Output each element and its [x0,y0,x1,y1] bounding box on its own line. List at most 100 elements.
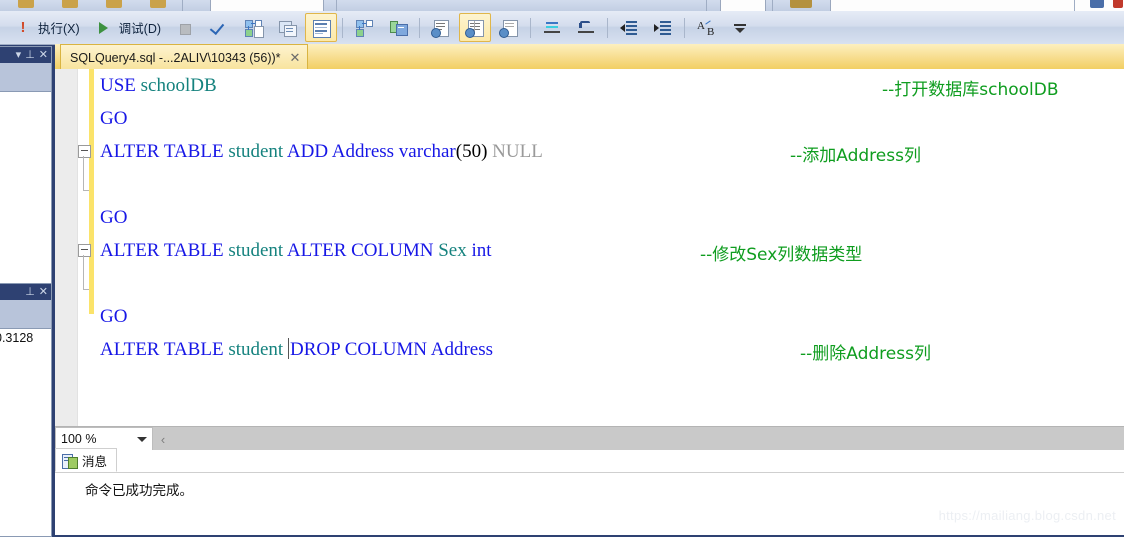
code-token: DROP COLUMN Address [289,339,494,360]
toolbar-overflow-glyph-3 [106,0,122,8]
toolbar-divider-2 [336,0,337,11]
execute-button[interactable]: ! 执行(X) [7,13,86,42]
code-token: schoolDB [140,75,217,96]
code-token: NULL [487,141,543,162]
code-line[interactable]: ALTER TABLE student ADD Address varchar(… [78,135,1124,191]
left-panel-upper-header: ▾ ⊥ ✕ [0,47,51,63]
uncomment-lines-button[interactable] [570,13,602,42]
query-options-button[interactable] [271,13,303,42]
panel-pin-icon-2[interactable]: ⊥ [25,286,35,298]
tab-messages-label: 消息 [82,454,108,469]
left-panel-upper-body[interactable] [0,92,51,294]
unsaved-changes-bar [89,69,94,314]
code-token: GO [100,306,128,327]
code-token: ALTER TABLE [100,141,229,162]
document-tab-title: SQLQuery4.sql -...2ALIV\10343 (56))* [70,50,281,65]
fold-guide-foot [83,289,89,290]
document-tab-strip: SQLQuery4.sql -...2ALIV\10343 (56))* ✕ [55,44,1124,70]
code-token: ALTER TABLE [100,240,229,261]
messages-icon [62,453,78,469]
estimated-plan-icon [243,19,265,38]
green-play-icon [94,19,114,37]
query-editor-window: SQLQuery4.sql -...2ALIV\10343 (56))* ✕ U… [55,44,1124,535]
panel-dropdown-icon[interactable]: ▾ [16,49,22,61]
fold-collapse-icon[interactable] [78,145,91,158]
results-message: 命令已成功完成。 [85,483,193,499]
code-line[interactable]: ALTER TABLE student DROP COLUMN Address -… [100,333,1124,366]
query-options-icon [277,19,298,37]
code-token: 50 [462,141,482,162]
decrease-indent-icon [619,19,639,37]
toolbar-glyph-6 [1090,0,1104,8]
debug-button[interactable]: 调试(D) [88,13,167,42]
results-to-grid-button-2[interactable] [459,13,492,42]
code-line[interactable] [100,267,1124,300]
watermark: https://mailiang.blog.csdn.net [938,508,1116,523]
code-token: student [228,339,284,360]
code-line[interactable]: GO [100,102,1124,135]
document-tab[interactable]: SQLQuery4.sql -...2ALIV\10343 (56))* ✕ [60,44,309,70]
stop-icon [175,19,195,37]
fold-guide-line [83,255,84,289]
decrease-indent-button[interactable] [613,13,645,42]
increase-indent-button[interactable] [647,13,679,42]
left-panel-lower-body[interactable]: 0.3128 [0,329,51,535]
fold-guide-line [83,156,84,190]
editor-gutter[interactable] [55,69,78,426]
results-to-file-button[interactable] [493,13,525,42]
code-line[interactable]: ALTER TABLE student ALTER COLUMN Sex int… [78,234,1124,290]
code-line[interactable]: GO [100,300,1124,333]
tab-messages[interactable]: 消息 [55,448,118,472]
panel-value: 0.3128 [0,331,34,345]
results-to-grid-icon-2 [465,19,485,38]
results-to-text-button[interactable] [425,13,457,42]
results-to-file-icon [499,19,519,38]
specify-values-button[interactable]: A B [690,13,722,42]
code-editor[interactable]: USE schoolDB --打开数据库schoolDB GO ALTER TABLE… [55,69,1124,426]
code-token: student [228,141,284,162]
toolbar-separator-1 [342,17,344,38]
stop-button[interactable] [169,13,201,42]
toolbar-divider-4 [772,0,773,11]
toolbar-overflow-button[interactable] [724,13,756,42]
client-statistics-icon [388,19,409,37]
toolbar-separator-5 [684,17,686,38]
toolbar-overflow-glyph-2 [62,0,78,8]
code-token: GO [100,207,128,228]
panel-pin-icon[interactable]: ⊥ [25,49,35,61]
results-tab-strip: 消息 [55,448,1124,473]
parse-button[interactable] [203,13,235,42]
fold-guide-foot [83,190,89,191]
toolbar-separator-4 [607,17,609,38]
panel-close-icon[interactable]: ✕ [39,49,48,61]
horizontal-scroll-left-button[interactable]: ‹ [153,427,173,451]
code-line[interactable]: USE schoolDB --打开数据库schoolDB [100,69,1124,102]
display-estimated-plan-button[interactable] [237,13,269,42]
include-actual-plan-button[interactable] [348,13,380,42]
code-line[interactable]: GO [100,201,1124,234]
comment-lines-button[interactable] [536,13,568,42]
code-token: int [466,240,492,261]
panel-close-icon-2[interactable]: ✕ [39,286,48,298]
toolbar-separator-2 [419,17,421,38]
left-panel-lower-header: ⊥ ✕ [0,284,51,300]
include-client-statistics-button[interactable] [382,13,414,42]
code-line[interactable] [100,168,1124,201]
code-token: Sex [438,240,467,261]
toolbar-divider-5 [1074,0,1075,11]
code-token: USE [100,75,141,96]
left-panel-lower: ⊥ ✕ 0.3128 [0,283,52,537]
check-icon [209,19,229,37]
close-icon[interactable]: ✕ [290,51,301,64]
uncomment-icon [576,19,596,37]
results-to-grid-button[interactable] [305,13,338,42]
code-comment: --删除Address列 [800,344,931,364]
sql-code-text[interactable]: USE schoolDB --打开数据库schoolDB GO ALTER TABLE… [78,69,1124,426]
comment-icon [542,19,562,37]
query-toolbar: ! 执行(X) 调试(D) A B [0,11,1124,45]
increase-indent-icon [653,19,673,37]
fold-collapse-icon[interactable] [78,244,91,257]
editor-zoom-bar: 100 % ‹ [55,426,1124,451]
toolbar-separator-3 [530,17,532,38]
red-exclamation-icon: ! [20,18,26,36]
